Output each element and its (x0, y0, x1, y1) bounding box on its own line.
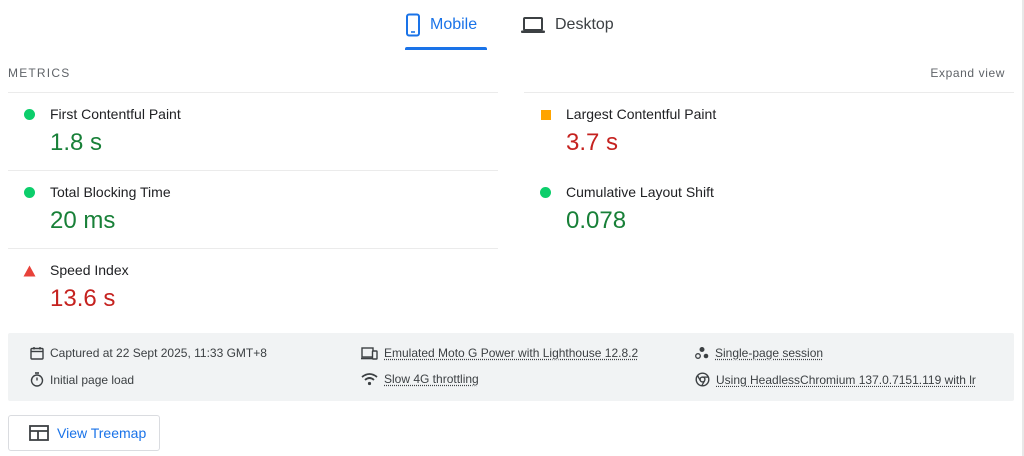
throttling-info[interactable]: Slow 4G throttling (361, 372, 479, 386)
active-tab-indicator (405, 47, 487, 50)
metric-total-blocking-time: Total Blocking Time 20 ms (8, 170, 498, 248)
phone-icon (405, 13, 421, 37)
metric-first-contentful-paint: First Contentful Paint 1.8 s (8, 92, 498, 170)
red-triangle-icon (23, 264, 36, 277)
browser-info[interactable]: Using HeadlessChromium 137.0.7151.119 wi… (695, 372, 991, 387)
tab-mobile[interactable]: Mobile (405, 0, 487, 50)
device-text: Emulated Moto G Power with Lighthouse 12… (384, 346, 639, 360)
session-info[interactable]: Single-page session (695, 346, 823, 360)
captured-text: Captured at 22 Sept 2025, 11:33 GMT+8 (50, 346, 267, 360)
metric-value: 13.6 s (50, 285, 116, 312)
green-circle-icon (540, 187, 551, 198)
metric-value: 3.7 s (566, 129, 619, 156)
device-info[interactable]: Emulated Moto G Power with Lighthouse 12… (361, 346, 638, 360)
metric-cumulative-layout-shift: Cumulative Layout Shift 0.078 (524, 170, 1014, 248)
metric-speed-index: Speed Index 13.6 s (8, 248, 498, 326)
laptop-icon (520, 15, 546, 35)
expand-view-link[interactable]: Expand view (930, 66, 1005, 80)
green-circle-icon (24, 187, 35, 198)
load-info: Initial page load (30, 372, 134, 387)
tab-desktop[interactable]: Desktop (520, 0, 620, 50)
captured-info: Captured at 22 Sept 2025, 11:33 GMT+8 (30, 346, 267, 360)
signal-icon (361, 372, 378, 386)
session-text: Single-page session (715, 346, 824, 360)
device-tabs: Mobile Desktop (0, 0, 1024, 52)
metric-name: Speed Index (50, 262, 129, 278)
tab-label: Mobile (430, 16, 478, 33)
session-icon (695, 346, 709, 360)
treemap-icon (29, 425, 49, 441)
tab-label: Desktop (555, 16, 614, 33)
metric-value: 0.078 (566, 207, 627, 234)
metric-value: 1.8 s (50, 129, 103, 156)
run-info-panel: Captured at 22 Sept 2025, 11:33 GMT+8 Em… (8, 333, 1014, 401)
metric-value: 20 ms (50, 207, 116, 234)
green-circle-icon (24, 109, 35, 120)
treemap-label: View Treemap (57, 425, 147, 441)
orange-square-icon (541, 110, 551, 120)
timer-icon (30, 372, 44, 387)
calendar-icon (30, 346, 44, 360)
metric-name: Cumulative Layout Shift (566, 184, 714, 200)
metric-name: Largest Contentful Paint (566, 106, 717, 122)
divider (524, 92, 1014, 93)
devices-icon (361, 346, 378, 360)
metric-largest-contentful-paint: Largest Contentful Paint 3.7 s (524, 92, 1014, 170)
section-title: METRICS (8, 66, 71, 80)
divider (8, 248, 498, 249)
metric-name: Total Blocking Time (50, 184, 171, 200)
divider (8, 92, 498, 93)
view-treemap-button[interactable]: View Treemap (8, 415, 160, 451)
chrome-icon (695, 372, 710, 387)
divider (8, 170, 498, 171)
metric-name: First Contentful Paint (50, 106, 181, 122)
browser-text: Using HeadlessChromium 137.0.7151.119 wi… (716, 372, 976, 387)
throttling-text: Slow 4G throttling (384, 372, 479, 386)
load-text: Initial page load (50, 372, 135, 387)
metrics-header: METRICS Expand view (8, 66, 1005, 82)
